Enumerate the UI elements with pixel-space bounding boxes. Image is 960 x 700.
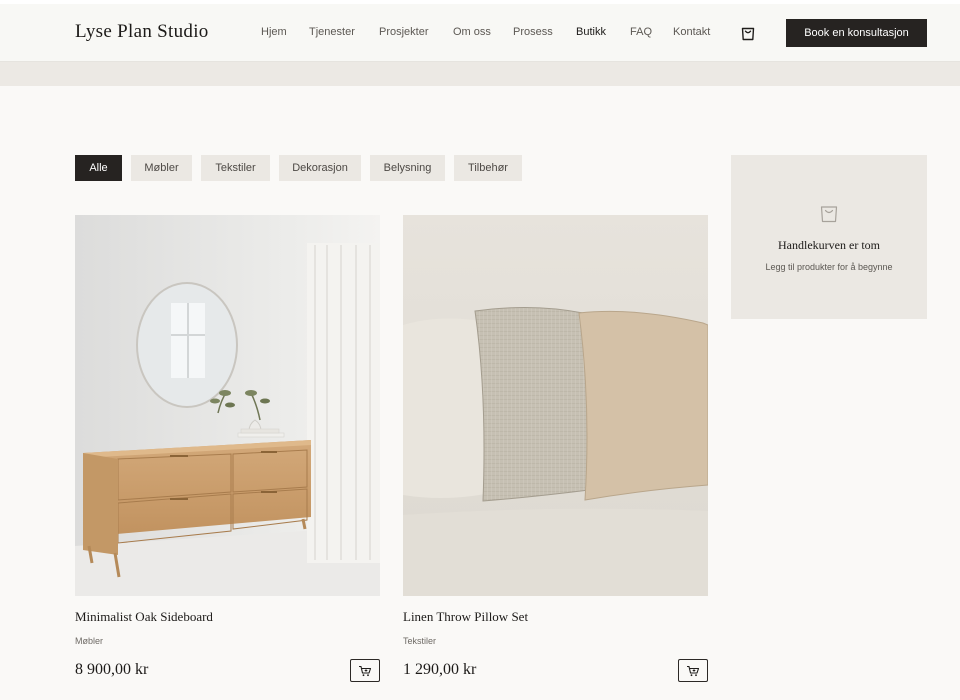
nav-item-om-oss[interactable]: Om oss: [453, 26, 491, 38]
nav-item-faq[interactable]: FAQ: [630, 26, 652, 38]
nav-item-tjenester[interactable]: Tjenester: [309, 26, 355, 38]
header-cart-button[interactable]: [738, 24, 758, 42]
shopping-bag-icon: [820, 206, 838, 223]
product-card: Linen Throw Pillow Set Tekstiler 1 290,0…: [403, 215, 708, 682]
pillow-illustration: [403, 215, 708, 596]
filter-chip-belysning[interactable]: Belysning: [370, 155, 445, 181]
nav-item-kontakt[interactable]: Kontakt: [673, 26, 710, 38]
filter-chip-alle[interactable]: Alle: [75, 155, 122, 181]
nav-item-hjem[interactable]: Hjem: [261, 26, 287, 38]
product-category: Møbler: [75, 636, 104, 646]
add-to-cart-button[interactable]: [678, 659, 708, 682]
cart-panel: Handlekurven er tom Legg til produkter f…: [731, 155, 927, 319]
nav-item-butikk[interactable]: Butikk: [576, 26, 606, 38]
nav-item-prosjekter[interactable]: Prosjekter: [379, 26, 429, 38]
product-price: 8 900,00 kr: [75, 661, 149, 678]
site-logo[interactable]: Lyse Plan Studio: [75, 21, 209, 43]
product-card: Minimalist Oak Sideboard Møbler 8 900,00…: [75, 215, 380, 682]
product-image[interactable]: [403, 215, 708, 596]
product-name[interactable]: Minimalist Oak Sideboard: [75, 609, 213, 625]
cart-plus-icon: [359, 665, 372, 676]
filter-chip-dekorasjon[interactable]: Dekorasjon: [279, 155, 361, 181]
filter-chip-tilbehor[interactable]: Tilbehør: [454, 155, 522, 181]
product-image[interactable]: [75, 215, 380, 596]
header-band: [0, 62, 960, 86]
book-consultation-button[interactable]: Book en konsultasjon: [786, 19, 927, 47]
filter-chip-mobler[interactable]: Møbler: [131, 155, 192, 181]
add-to-cart-button[interactable]: [350, 659, 380, 682]
product-category: Tekstiler: [403, 636, 437, 646]
product-name[interactable]: Linen Throw Pillow Set: [403, 609, 528, 625]
sideboard-illustration: [75, 215, 380, 596]
cart-plus-icon: [687, 665, 700, 676]
filter-chip-tekstiler[interactable]: Tekstiler: [201, 155, 270, 181]
cart-empty-title: Handlekurven er tom: [778, 238, 880, 252]
nav-item-prosess[interactable]: Prosess: [513, 26, 553, 38]
site-header: Lyse Plan Studio Hjem Tjenester Prosjekt…: [0, 4, 960, 62]
shopping-bag-icon: [741, 27, 755, 41]
product-price: 1 290,00 kr: [403, 661, 477, 678]
cart-empty-subtitle: Legg til produkter for å begynne: [765, 262, 893, 272]
